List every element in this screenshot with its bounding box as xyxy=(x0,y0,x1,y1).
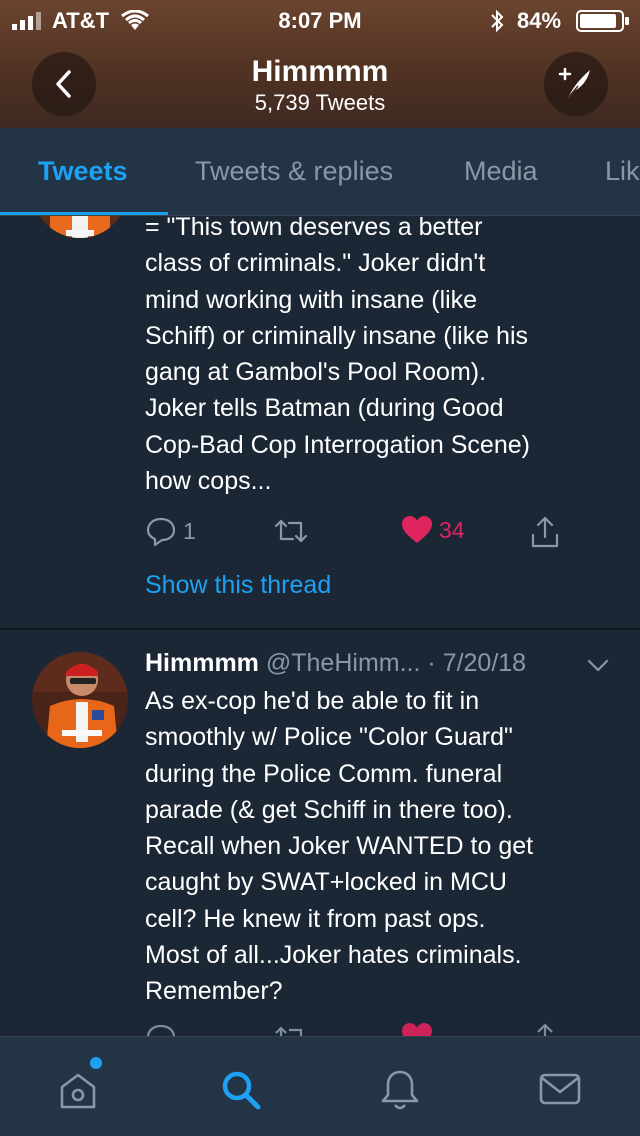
tab-likes[interactable]: Lik xyxy=(605,156,640,187)
reply-icon xyxy=(146,517,176,547)
messages-envelope-icon[interactable] xyxy=(538,1067,582,1111)
new-content-dot xyxy=(90,1057,102,1069)
heart-icon xyxy=(402,516,432,543)
battery-percent: 84% xyxy=(517,8,562,33)
author-name[interactable]: Himmmm xyxy=(145,649,259,677)
like-count: 34 xyxy=(439,516,465,543)
tweet-text: As ex-cop he'd be able to fit in smoothl… xyxy=(145,687,534,1006)
search-icon[interactable] xyxy=(218,1067,262,1111)
home-icon[interactable] xyxy=(56,1067,100,1111)
tab-tweets-and-replies[interactable]: Tweets & replies xyxy=(195,156,393,187)
compose-tweet-icon xyxy=(558,67,590,99)
profile-tabs: Tweets Tweets & replies Media Lik xyxy=(0,128,640,216)
status-bar: AT&T 8:07 PM 84% xyxy=(0,0,640,40)
share-icon xyxy=(531,516,559,548)
notifications-bell-icon[interactable] xyxy=(378,1067,422,1111)
chevron-down-icon[interactable] xyxy=(586,656,610,674)
tweet-date: · 7/20/18 xyxy=(427,649,527,677)
bluetooth-icon xyxy=(491,9,504,33)
reply-button[interactable]: 1 xyxy=(145,515,196,547)
like-button[interactable]: 34 xyxy=(401,515,465,545)
retweet-button[interactable] xyxy=(273,515,315,547)
share-button[interactable] xyxy=(529,515,561,549)
author-handle[interactable]: @TheHimm... xyxy=(266,649,421,677)
profile-header: AT&T 8:07 PM 84% Himmmm 5,739 Tweets xyxy=(0,0,640,128)
tweet-divider xyxy=(0,628,640,630)
avatar[interactable] xyxy=(32,652,128,748)
show-thread-link[interactable]: Show this thread xyxy=(145,571,331,600)
compose-tweet-button[interactable] xyxy=(544,52,608,116)
battery-icon xyxy=(576,10,629,32)
tweet-actions: 1 34 xyxy=(145,515,585,555)
bottom-tab-bar xyxy=(0,1036,640,1136)
active-tab-indicator xyxy=(0,212,168,215)
tab-media[interactable]: Media xyxy=(464,156,538,187)
tab-tweets[interactable]: Tweets xyxy=(38,156,128,187)
retweet-icon xyxy=(274,519,308,543)
tweet-count: 5,739 Tweets xyxy=(254,90,386,115)
tweet-text: = "This town deserves a better class of … xyxy=(145,213,530,496)
tweet-header: Himmmm @TheHimm... · 7/20/18 xyxy=(145,649,615,678)
reply-count: 1 xyxy=(183,517,196,544)
